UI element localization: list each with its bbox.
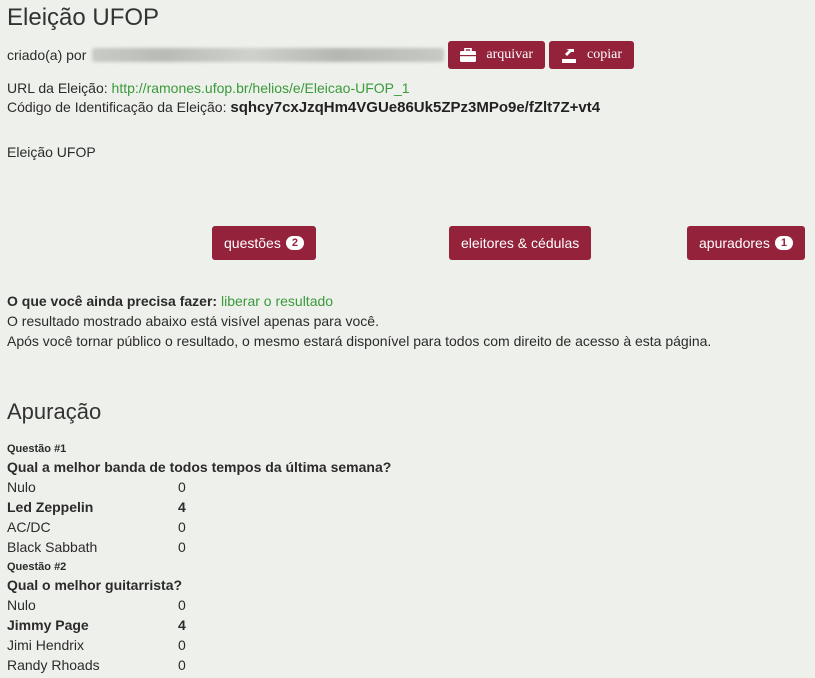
answer-votes: 0 [178, 519, 186, 535]
question-block: Questão #1 Qual a melhor banda de todos … [7, 441, 391, 557]
question-block: Questão #2 Qual o melhor guitarrista? Nu… [7, 559, 391, 675]
trustees-button[interactable]: apuradores 1 [687, 226, 805, 260]
created-by-row: criado(a) por arquivar copiar [7, 41, 635, 69]
trustees-count-badge: 1 [774, 236, 793, 250]
election-code-value: sqhcy7cxJzqHm4VGUe86Uk5ZPz3MPo9e/fZlt7Z+… [230, 99, 601, 116]
answer-row: Black Sabbath 0 [7, 537, 391, 557]
question-text: Qual o melhor guitarrista? [7, 577, 183, 593]
election-url-link[interactable]: http://ramones.ufop.br/helios/e/Eleicao-… [112, 80, 410, 96]
created-by-label: criado(a) por [7, 47, 87, 63]
answer-votes: 0 [178, 657, 186, 673]
answer-name: Nulo [7, 597, 36, 613]
answer-name: Jimmy Page [7, 617, 89, 633]
questions-button[interactable]: questões 2 [212, 226, 316, 260]
briefcase-icon [460, 48, 477, 62]
answer-row: Randy Rhoads 0 [7, 655, 391, 675]
release-result-link[interactable]: liberar o resultado [221, 293, 333, 309]
answer-row-winner: Led Zeppelin 4 [7, 497, 391, 517]
answer-votes: 0 [178, 539, 186, 555]
tally-heading: Apuração [7, 399, 102, 424]
answer-row: Nulo 0 [7, 595, 391, 615]
election-description: Eleição UFOP [7, 144, 96, 160]
todo-note-public: Após você tornar público o resultado, o … [7, 333, 712, 349]
answer-row: AC/DC 0 [7, 517, 391, 537]
todo-section: O que você ainda precisa fazer: liberar … [7, 291, 711, 351]
answer-name: Nulo [7, 479, 36, 495]
answer-votes: 0 [178, 597, 186, 613]
election-code-row: Código de Identificação da Eleição: sqhc… [7, 99, 600, 116]
creator-name-redacted [92, 48, 445, 62]
tally-results: Questão #1 Qual a melhor banda de todos … [7, 439, 391, 675]
answer-votes: 4 [178, 617, 186, 633]
todo-prompt: O que você ainda precisa fazer: [7, 293, 218, 309]
answer-name: Black Sabbath [7, 539, 98, 555]
answer-name: Led Zeppelin [7, 499, 94, 515]
copy-button[interactable]: copiar [549, 41, 635, 69]
answer-name: AC/DC [7, 519, 51, 535]
archive-button[interactable]: arquivar [448, 41, 546, 69]
answer-row-winner: Jimmy Page 4 [7, 615, 391, 635]
question-text: Qual a melhor banda de todos tempos da ú… [7, 459, 392, 475]
answer-votes: 4 [178, 499, 186, 515]
answer-row: Jimi Hendrix 0 [7, 635, 391, 655]
todo-note-private: O resultado mostrado abaixo está visível… [7, 313, 379, 329]
election-url-row: URL da Eleição: http://ramones.ufop.br/h… [7, 80, 410, 96]
voters-ballots-button-label: eleitores & cédulas [461, 235, 580, 251]
trustees-button-label: apuradores [699, 235, 770, 251]
questions-count-badge: 2 [285, 236, 304, 250]
question-number: Questão #2 [7, 561, 67, 573]
election-code-label: Código de Identificação da Eleição: [7, 99, 227, 115]
archive-button-label: arquivar [486, 47, 534, 62]
answer-name: Randy Rhoads [7, 657, 100, 673]
answer-votes: 0 [178, 637, 186, 653]
voters-ballots-button[interactable]: eleitores & cédulas [449, 226, 592, 260]
answer-row: Nulo 0 [7, 477, 391, 497]
question-number: Questão #1 [7, 443, 67, 455]
copy-button-label: copiar [587, 47, 623, 62]
answer-votes: 0 [178, 479, 186, 495]
election-url-label: URL da Eleição: [7, 80, 108, 96]
page-title: Eleição UFOP [7, 4, 160, 31]
questions-button-label: questões [224, 235, 281, 251]
answer-name: Jimi Hendrix [7, 637, 85, 653]
copy-icon [561, 48, 577, 63]
